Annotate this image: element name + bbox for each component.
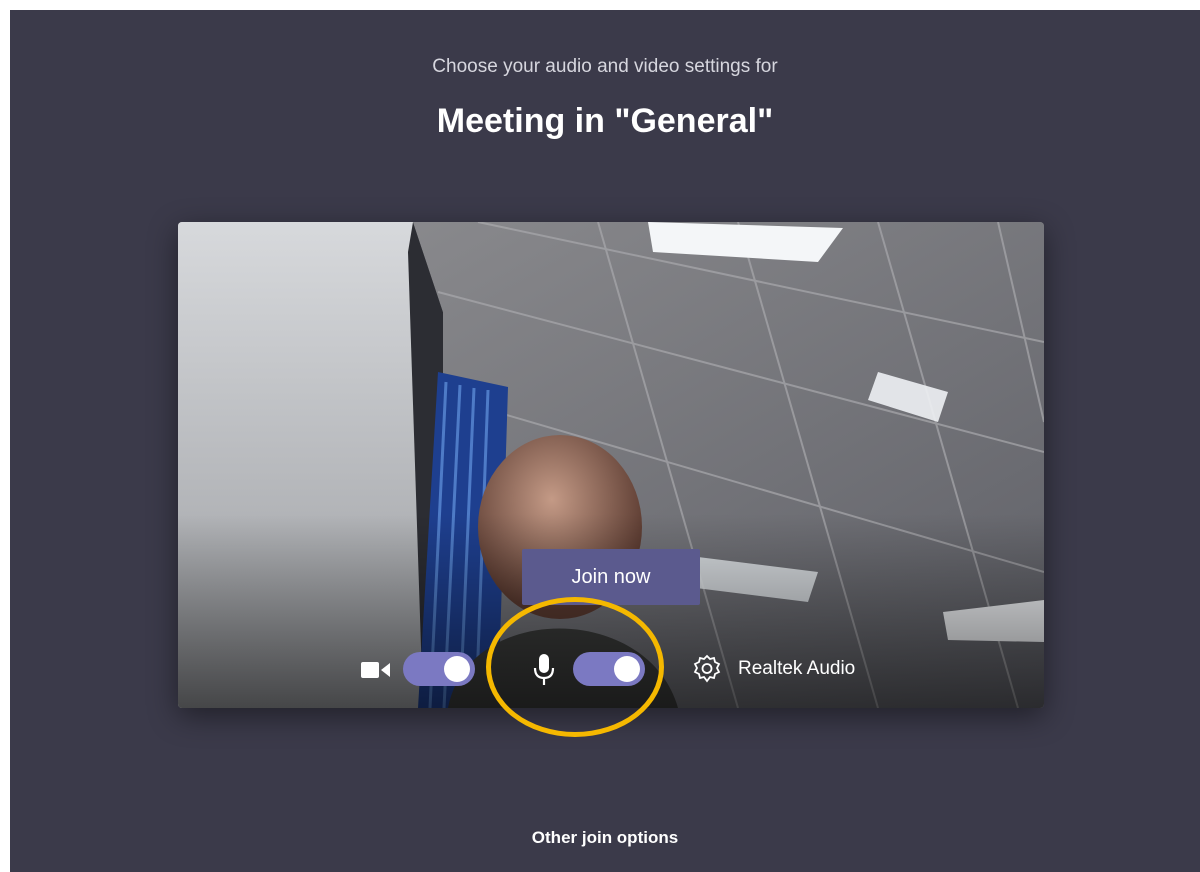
- gear-icon[interactable]: [692, 654, 722, 684]
- microphone-icon: [533, 654, 555, 685]
- camera-icon: [361, 662, 390, 678]
- camera-feed-image: [178, 222, 1044, 708]
- settings-subtitle: Choose your audio and video settings for: [432, 56, 778, 77]
- camera-toggle-knob: [444, 656, 470, 682]
- pre-join-screen: Choose your audio and video settings for…: [10, 10, 1200, 872]
- microphone-toggle-knob: [614, 656, 640, 682]
- video-preview: Join now Realtek Audio: [178, 222, 1044, 708]
- join-now-button[interactable]: Join now: [522, 549, 700, 605]
- camera-toggle[interactable]: [403, 652, 475, 686]
- other-join-options-link[interactable]: Other join options: [10, 828, 1200, 848]
- microphone-toggle[interactable]: [573, 652, 645, 686]
- audio-device-label[interactable]: Realtek Audio: [738, 658, 855, 680]
- meeting-title: Meeting in "General": [436, 102, 774, 140]
